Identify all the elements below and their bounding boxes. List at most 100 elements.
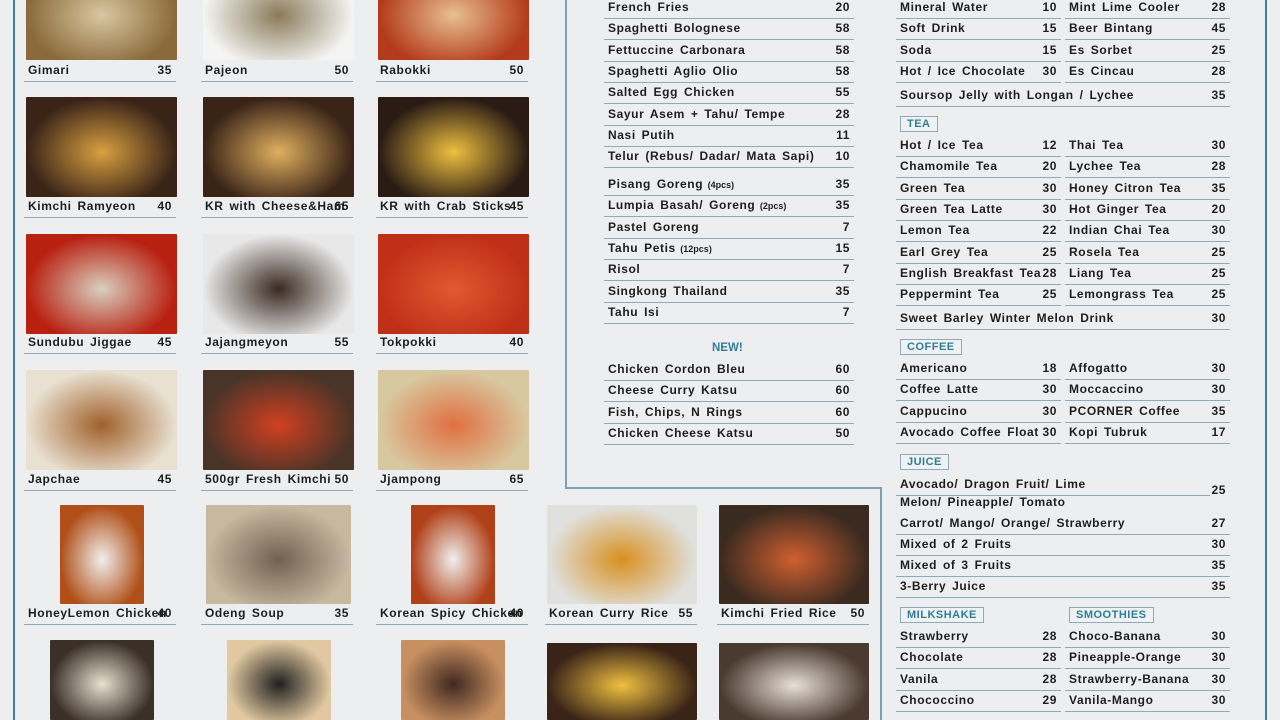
item-price: 65 xyxy=(334,199,349,213)
menu-item: Liang Tea 25 xyxy=(1065,264,1230,286)
item-name: Tahu Petis (12pcs) xyxy=(608,241,712,256)
item-note: (12pcs) xyxy=(675,244,712,255)
item-price: 35 xyxy=(1211,88,1226,102)
item-price: 22 xyxy=(1042,223,1057,238)
item-price: 25 xyxy=(1211,287,1226,302)
menu-item: Hot / Ice Chocolate 30 xyxy=(896,62,1061,84)
menu-item: Mixed of 2 Fruits 30 xyxy=(896,535,1230,556)
menu-item: Rosela Tea 25 xyxy=(1065,243,1230,264)
item-name: Lemongrass Tea xyxy=(1069,287,1174,302)
item-price: 29 xyxy=(1042,693,1057,708)
item-price: 25 xyxy=(1211,42,1226,57)
menu-item: Kimchi Fried Rice 50 xyxy=(717,604,869,625)
item-price: 35 xyxy=(1211,557,1226,572)
menu-item: Pineapple-Orange 30 xyxy=(1065,648,1230,670)
food-photo xyxy=(411,505,495,604)
menu-item: Odeng Soup 35 xyxy=(201,604,353,625)
item-name: Gimari xyxy=(28,63,70,77)
item-name: Mixed of 3 Fruits xyxy=(900,557,1012,572)
item-name: Chicken Cheese Katsu xyxy=(608,426,754,441)
item-note: (4pcs) xyxy=(703,180,735,190)
item-price: 60 xyxy=(835,362,850,376)
menu-item: Korean Spicy Chicken 40 xyxy=(376,604,528,625)
item-name: Kimchi Fried Rice xyxy=(721,606,837,620)
item-price: 55 xyxy=(835,85,850,100)
menu-item: Strawberry 28 xyxy=(896,627,1061,648)
food-photo xyxy=(401,640,505,720)
item-name: Jajangmeyon xyxy=(205,335,289,349)
item-price: 30 xyxy=(1042,180,1057,195)
item-name: Mineral Water xyxy=(900,0,989,14)
item-price: 30 xyxy=(1042,382,1057,397)
item-price: 12 xyxy=(1042,138,1057,152)
item-price: 30 xyxy=(1211,311,1226,325)
item-name: Kimchi Ramyeon xyxy=(28,199,136,213)
section-label: SMOOTHIES xyxy=(1069,607,1154,623)
item-price: 15 xyxy=(835,241,850,256)
item-name: Green Tea xyxy=(900,180,966,195)
food-photo xyxy=(378,0,529,60)
item-price: 25 xyxy=(1042,244,1057,259)
item-price: 25 xyxy=(1211,266,1226,281)
item-name: Moccaccino xyxy=(1069,382,1144,397)
menu-item: Lumpia Basah/ Goreng (2pcs) 35 xyxy=(604,196,854,218)
menu-item: Chocolate 28 xyxy=(896,648,1061,670)
item-name: KR with Crab Sticks xyxy=(380,199,512,213)
section-label: TEA xyxy=(900,116,938,132)
menu-item: Chicken Cordon Bleu 60 xyxy=(604,360,854,381)
item-name: Es Sorbet xyxy=(1069,42,1133,57)
menu-item: Choco-Banana 30 xyxy=(1065,627,1230,648)
menu-item: Mineral Water 10 xyxy=(896,0,1061,19)
middle-box-right xyxy=(880,487,882,720)
item-price: 55 xyxy=(334,335,349,349)
menu-item: Mixed of 3 Fruits 35 xyxy=(896,556,1230,577)
menu-item: Honey Citron Tea 35 xyxy=(1065,179,1230,200)
menu-item: Gimari 35 xyxy=(24,61,176,82)
item-price: 35 xyxy=(157,63,172,77)
section-label: JUICE xyxy=(900,454,949,470)
item-name: Japchae xyxy=(28,472,81,486)
item-name: Risol xyxy=(608,262,641,277)
item-name: KR with Cheese&Ham xyxy=(205,199,346,213)
menu-item: Sweet Barley Winter Melon Drink 30 xyxy=(896,309,1230,330)
menu-item: PCORNER Coffee 35 xyxy=(1065,402,1230,423)
menu-item: Coffee Latte 30 xyxy=(896,380,1061,402)
menu-item: Nasi Putih 11 xyxy=(604,126,854,148)
item-price: 65 xyxy=(509,472,524,486)
middle-box-bottom xyxy=(565,487,881,489)
menu-item: Vanila-Mango 30 xyxy=(1065,691,1230,713)
item-price: 10 xyxy=(835,149,850,164)
food-photo xyxy=(378,370,529,470)
menu-item: Sundubu Jiggae 45 xyxy=(24,333,176,354)
food-photo xyxy=(378,234,529,334)
item-name: Rabokki xyxy=(380,63,431,77)
item-price: 28 xyxy=(835,106,850,121)
menu-item: Tokpokki 40 xyxy=(376,333,528,354)
item-name: Chamomile Tea xyxy=(900,159,998,174)
menu-item: Salted Egg Chicken 55 xyxy=(604,83,854,105)
item-name: Honey Citron Tea xyxy=(1069,180,1182,195)
item-price: 45 xyxy=(1211,21,1226,36)
item-price: 25 xyxy=(1211,244,1226,259)
food-photo xyxy=(719,643,869,720)
item-name: Pineapple-Orange xyxy=(1069,650,1182,665)
menu-item: KR with Cheese&Ham 65 xyxy=(201,197,353,218)
menu-item: KR with Crab Sticks 45 xyxy=(376,197,528,218)
food-photo xyxy=(203,234,354,334)
menu-item: Fish, Chips, N Rings 60 xyxy=(604,403,854,424)
item-price: 7 xyxy=(842,262,850,277)
menu-item: Jjampong 65 xyxy=(376,470,528,491)
menu-item: Spaghetti Aglio Olio 58 xyxy=(604,62,854,84)
item-name: Chococcino xyxy=(900,693,975,708)
item-price: 60 xyxy=(835,383,850,398)
left-border xyxy=(13,0,15,720)
item-price: 10 xyxy=(1042,0,1057,14)
item-price: 30 xyxy=(1042,64,1057,79)
item-name: Cappucino xyxy=(900,403,968,418)
food-photo xyxy=(50,640,154,720)
item-name: Cheese Curry Katsu xyxy=(608,383,738,398)
food-photo xyxy=(26,0,177,60)
new-label: NEW! xyxy=(712,342,743,354)
menu-item: HoneyLemon Chicken 40 xyxy=(24,604,176,625)
menu-item: Soursop Jelly with Longan / Lychee 35 xyxy=(896,86,1230,107)
